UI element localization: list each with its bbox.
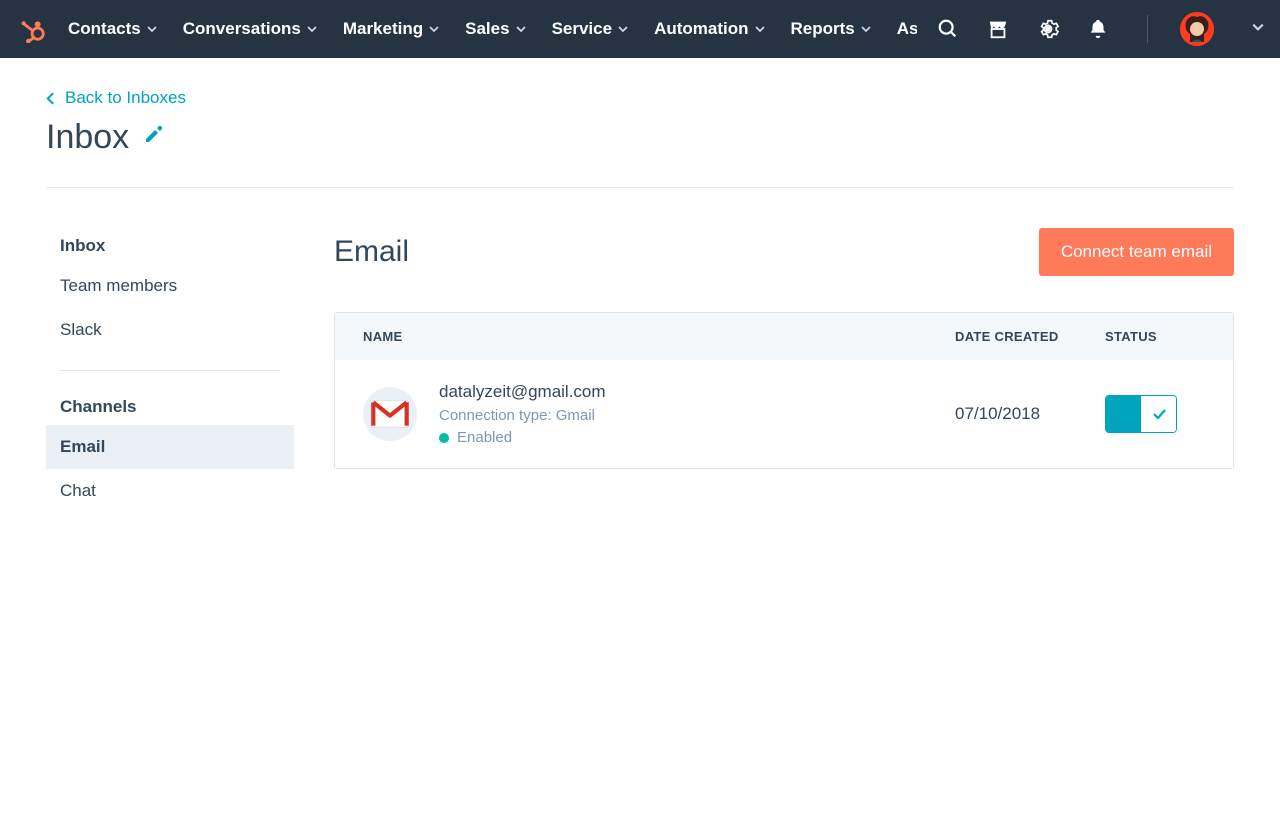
status-toggle[interactable] xyxy=(1105,395,1177,433)
sidebar-item-slack[interactable]: Slack xyxy=(46,308,294,352)
nav-asset-marketplace[interactable]: Asset Marketplace xyxy=(897,19,917,39)
nav-label: Service xyxy=(552,19,613,39)
vertical-divider xyxy=(1147,15,1148,43)
nav-contacts[interactable]: Contacts xyxy=(68,19,157,39)
nav-utility-icons xyxy=(937,12,1264,46)
settings-sidebar: Inbox Team members Slack Channels Email … xyxy=(46,228,294,513)
sidebar-item-team-members[interactable]: Team members xyxy=(46,264,294,308)
chevron-left-icon xyxy=(46,91,55,106)
nav-conversations[interactable]: Conversations xyxy=(183,19,317,39)
main-panel: Email Connect team email NAME DATE CREAT… xyxy=(334,228,1234,513)
row-info: datalyzeit@gmail.com Connection type: Gm… xyxy=(439,382,955,446)
sidebar-item-email[interactable]: Email xyxy=(46,425,294,469)
page-title: Inbox xyxy=(46,118,129,157)
nav-reports[interactable]: Reports xyxy=(791,19,871,39)
col-date: DATE CREATED xyxy=(955,329,1105,344)
main-header: Email Connect team email xyxy=(334,228,1234,276)
table-row[interactable]: datalyzeit@gmail.com Connection type: Gm… xyxy=(335,360,1233,468)
row-status-toggle-cell xyxy=(1105,395,1205,433)
nav-marketing[interactable]: Marketing xyxy=(343,19,439,39)
table-header: NAME DATE CREATED STATUS xyxy=(335,313,1233,360)
nav-label: Conversations xyxy=(183,19,301,39)
hubspot-logo[interactable] xyxy=(18,14,48,44)
sidebar-section-channels: Channels Email Chat xyxy=(46,389,294,513)
nav-label: Automation xyxy=(654,19,748,39)
edit-icon[interactable] xyxy=(143,125,163,150)
nav-label: Asset Marketplace xyxy=(897,19,917,39)
nav-label: Marketing xyxy=(343,19,423,39)
row-date: 07/10/2018 xyxy=(955,404,1105,424)
row-email: datalyzeit@gmail.com xyxy=(439,382,955,402)
col-status: STATUS xyxy=(1105,329,1205,344)
status-dot xyxy=(439,433,449,443)
row-connection-type: Connection type: Gmail xyxy=(439,407,955,424)
back-link[interactable]: Back to Inboxes xyxy=(46,88,1234,108)
main-title: Email xyxy=(334,235,409,269)
toggle-off xyxy=(1141,396,1176,432)
marketplace-icon[interactable] xyxy=(987,18,1009,40)
row-status-text: Enabled xyxy=(457,429,512,446)
toggle-on xyxy=(1106,396,1141,432)
check-icon xyxy=(1151,406,1167,422)
col-name: NAME xyxy=(363,329,955,344)
avatar[interactable] xyxy=(1180,12,1214,46)
page-body: Back to Inboxes Inbox Inbox Team members… xyxy=(0,58,1280,513)
nav-label: Sales xyxy=(465,19,509,39)
sidebar-divider xyxy=(60,370,280,371)
nav-label: Contacts xyxy=(68,19,141,39)
nav-label: Reports xyxy=(791,19,855,39)
horizontal-divider xyxy=(46,187,1234,188)
chevron-down-icon[interactable] xyxy=(1252,20,1264,38)
nav-sales[interactable]: Sales xyxy=(465,19,525,39)
row-status-line: Enabled xyxy=(439,429,955,446)
sidebar-title-inbox: Inbox xyxy=(46,228,294,264)
page-title-row: Inbox xyxy=(46,118,1234,157)
content-row: Inbox Team members Slack Channels Email … xyxy=(46,228,1234,513)
gmail-icon xyxy=(363,387,417,441)
primary-nav: Contacts Conversations Marketing Sales S… xyxy=(68,19,917,39)
search-icon[interactable] xyxy=(937,18,959,40)
back-link-label: Back to Inboxes xyxy=(65,88,186,108)
email-table: NAME DATE CREATED STATUS datalyzeit@gmai… xyxy=(334,312,1234,469)
nav-automation[interactable]: Automation xyxy=(654,19,764,39)
sidebar-item-chat[interactable]: Chat xyxy=(46,469,294,513)
sidebar-title-channels: Channels xyxy=(46,389,294,425)
top-nav: Contacts Conversations Marketing Sales S… xyxy=(0,0,1280,58)
bell-icon[interactable] xyxy=(1087,18,1109,40)
connect-team-email-button[interactable]: Connect team email xyxy=(1039,228,1234,276)
sidebar-section-inbox: Inbox Team members Slack xyxy=(46,228,294,352)
nav-service[interactable]: Service xyxy=(552,19,629,39)
gear-icon[interactable] xyxy=(1037,18,1059,40)
